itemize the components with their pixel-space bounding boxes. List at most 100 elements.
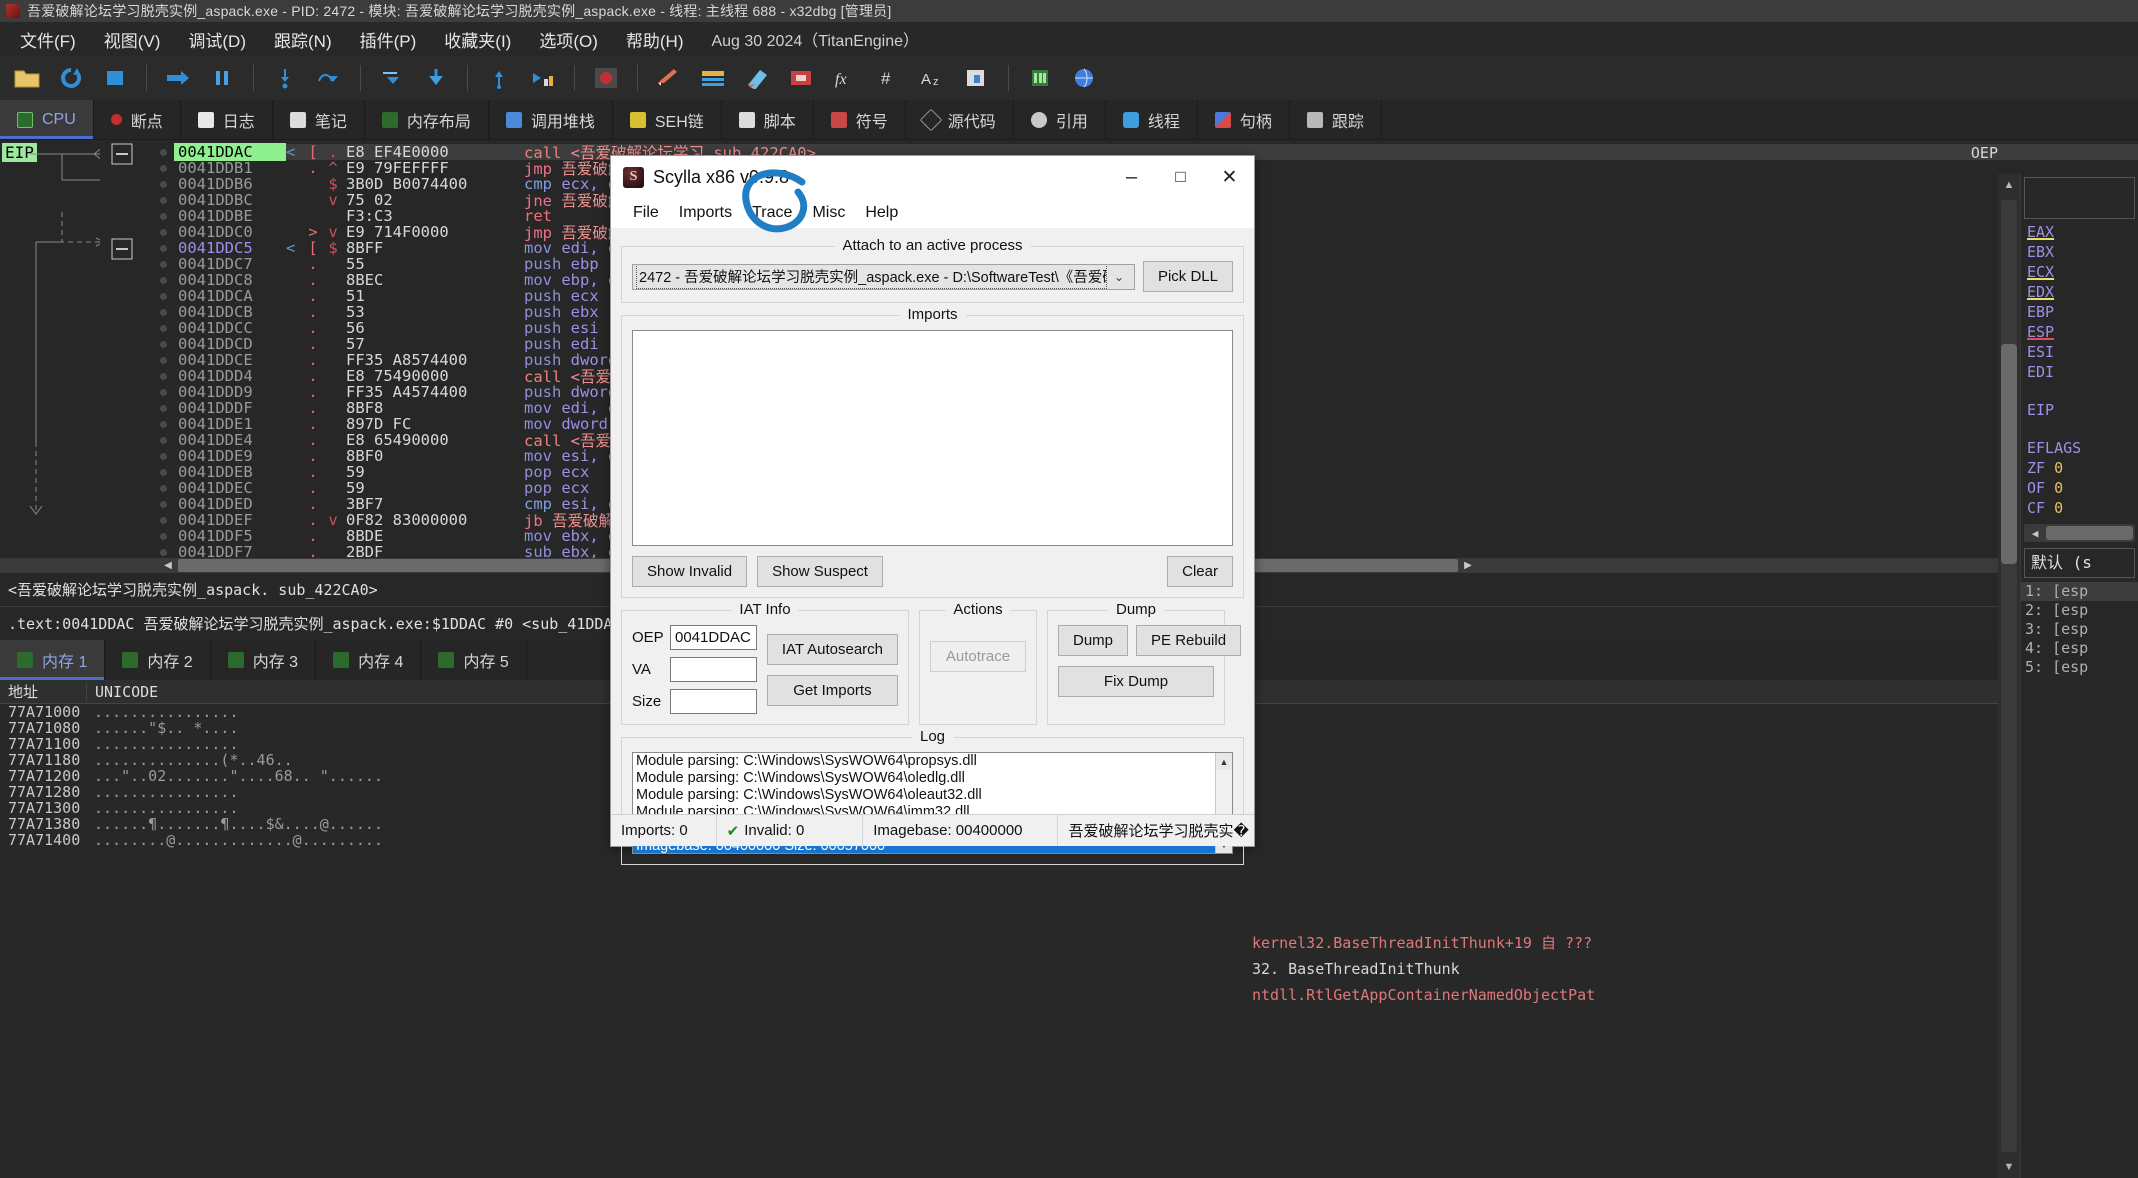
imports-treeview[interactable] xyxy=(632,330,1233,546)
register-eax[interactable]: EAX xyxy=(2021,222,2138,242)
general-registers-list[interactable]: EAXEBXECXEDXEBPESPESIEDI xyxy=(2021,222,2138,382)
tab-memory-map[interactable]: 内存布局 xyxy=(365,100,489,139)
stack-row[interactable]: 1: [esp xyxy=(2021,582,2138,601)
stack-row[interactable]: 4: [esp xyxy=(2021,639,2138,658)
tab-seh[interactable]: SEH链 xyxy=(613,100,722,139)
bookmark-icon[interactable] xyxy=(738,61,776,95)
breakpoint-toggle-icon[interactable] xyxy=(587,61,625,95)
menu-favourites[interactable]: 收藏夹(I) xyxy=(430,23,525,56)
register-edi[interactable]: EDI xyxy=(2021,362,2138,382)
column-header-unicode[interactable]: UNICODE xyxy=(86,683,158,701)
scroll-left-icon[interactable]: ◀ xyxy=(160,558,176,573)
register-ecx[interactable]: ECX xyxy=(2021,262,2138,282)
vscroll-thumb[interactable] xyxy=(2001,344,2017,564)
skip-instruction-icon[interactable] xyxy=(524,61,562,95)
hash-icon[interactable]: # xyxy=(870,61,908,95)
scroll-down-icon[interactable]: ▼ xyxy=(1998,1156,2020,1178)
comment-icon[interactable] xyxy=(650,61,688,95)
menu-help[interactable]: 帮助(H) xyxy=(612,23,698,56)
tab-memory-5[interactable]: 内存 5 xyxy=(421,640,526,680)
tab-source[interactable]: 源代码 xyxy=(906,100,1014,139)
flag-of[interactable]: OF 0 xyxy=(2021,478,2138,498)
scroll-left-icon[interactable]: ◀ xyxy=(2026,524,2044,542)
label-icon[interactable] xyxy=(694,61,732,95)
stack-row[interactable]: 3: [esp xyxy=(2021,620,2138,639)
size-input[interactable] xyxy=(670,689,757,714)
iat-autosearch-button[interactable]: IAT Autosearch xyxy=(767,634,898,665)
va-input[interactable] xyxy=(670,657,757,682)
main-menubar[interactable]: 文件(F) 视图(V) 调试(D) 跟踪(N) 插件(P) 收藏夹(I) 选项(… xyxy=(0,22,2138,56)
scylla-menu-imports[interactable]: Imports xyxy=(671,202,740,224)
registers-hscrollbar[interactable]: ◀ xyxy=(2024,524,2135,542)
menu-options[interactable]: 选项(O) xyxy=(525,23,612,56)
tab-trace[interactable]: 跟踪 xyxy=(1290,100,1382,139)
tab-log[interactable]: 日志 xyxy=(181,100,273,139)
log-line[interactable]: Module parsing: C:\Windows\SysWOW64\oled… xyxy=(633,770,1232,787)
fold-column[interactable] xyxy=(100,140,152,558)
show-invalid-button[interactable]: Show Invalid xyxy=(632,556,747,587)
stack-row[interactable]: 5: [esp xyxy=(2021,658,2138,677)
menu-view[interactable]: 视图(V) xyxy=(90,23,175,56)
close-icon[interactable]: ✕ xyxy=(1205,156,1254,198)
get-imports-button[interactable]: Get Imports xyxy=(767,675,898,706)
chevron-down-icon[interactable]: ⌄ xyxy=(1106,270,1132,284)
column-header-address[interactable]: 地址 xyxy=(0,681,86,702)
scylla-menu-file[interactable]: File xyxy=(625,202,667,224)
flag-zf[interactable]: ZF 0 xyxy=(2021,458,2138,478)
step-into-icon[interactable] xyxy=(266,61,304,95)
log-line[interactable]: Module parsing: C:\Windows\SysWOW64\olea… xyxy=(633,787,1232,804)
execute-till-return-icon[interactable] xyxy=(373,61,411,95)
menu-file[interactable]: 文件(F) xyxy=(6,23,90,56)
dump-button[interactable]: Dump xyxy=(1058,625,1128,656)
step-out-icon[interactable] xyxy=(480,61,518,95)
stack-list[interactable]: 1: [esp2: [esp3: [esp4: [esp5: [esp xyxy=(2021,582,2138,677)
main-tabbar[interactable]: CPU 断点 日志 笔记 内存布局 调用堆栈 SEH链 脚本 符号 源代码 引用 xyxy=(0,100,2138,140)
tab-handles[interactable]: 句柄 xyxy=(1198,100,1290,139)
scylla-titlebar[interactable]: S Scylla x86 v0.9.8 – □ ✕ xyxy=(611,156,1254,198)
flags-list[interactable]: ZF 0OF 0CF 0 xyxy=(2021,458,2138,518)
menu-plugins[interactable]: 插件(P) xyxy=(346,23,431,56)
scylla-menu-trace[interactable]: Trace xyxy=(744,202,800,224)
disasm-vscrollbar[interactable]: ▲ ▼ xyxy=(1998,174,2020,1178)
register-eflags[interactable]: EFLAGS xyxy=(2021,438,2138,458)
globe-icon[interactable] xyxy=(1065,61,1103,95)
register-ebx[interactable]: EBX xyxy=(2021,242,2138,262)
stop-icon[interactable] xyxy=(96,61,134,95)
stack-view-label[interactable]: 默认 (s xyxy=(2024,548,2135,578)
main-toolbar[interactable]: fx # Az xyxy=(0,56,2138,100)
breakpoint-dot-column[interactable] xyxy=(152,140,174,558)
register-esi[interactable]: ESI xyxy=(2021,342,2138,362)
patch-icon[interactable] xyxy=(958,61,996,95)
clear-button[interactable]: Clear xyxy=(1167,556,1233,587)
vscroll-track[interactable] xyxy=(2001,200,2017,1152)
fx-icon[interactable]: fx xyxy=(826,61,864,95)
autotrace-button[interactable]: Autotrace xyxy=(930,641,1026,672)
log-line[interactable]: Module parsing: C:\Windows\SysWOW64\prop… xyxy=(633,753,1232,770)
tab-symbols[interactable]: 符号 xyxy=(814,100,906,139)
tab-breakpoints[interactable]: 断点 xyxy=(94,100,181,139)
pause-icon[interactable] xyxy=(203,61,241,95)
register-esp[interactable]: ESP xyxy=(2021,322,2138,342)
tab-memory-4[interactable]: 内存 4 xyxy=(316,640,421,680)
registers-pane[interactable]: EAXEBXECXEDXEBPESPESIEDI EIP EFLAGS ZF 0… xyxy=(2020,174,2138,1178)
tab-threads[interactable]: 线程 xyxy=(1106,100,1198,139)
scylla-menubar[interactable]: File Imports Trace Misc Help xyxy=(611,198,1254,228)
tab-script[interactable]: 脚本 xyxy=(722,100,814,139)
registers-hscroll-thumb[interactable] xyxy=(2046,526,2133,540)
scylla-dialog[interactable]: S Scylla x86 v0.9.8 – □ ✕ File Imports T… xyxy=(610,155,1255,847)
open-file-icon[interactable] xyxy=(8,61,46,95)
tab-memory-1[interactable]: 内存 1 xyxy=(0,640,105,680)
tab-memory-3[interactable]: 内存 3 xyxy=(211,640,316,680)
process-select[interactable]: 2472 - 吾爱破解论坛学习脱壳实例_aspack.exe - D:\Soft… xyxy=(632,264,1135,290)
function-icon[interactable] xyxy=(782,61,820,95)
tab-references[interactable]: 引用 xyxy=(1014,100,1106,139)
run-icon[interactable] xyxy=(159,61,197,95)
register-eip[interactable]: EIP xyxy=(2021,400,2138,420)
pe-rebuild-button[interactable]: PE Rebuild xyxy=(1136,625,1241,656)
oep-input[interactable]: 0041DDAC xyxy=(670,625,757,650)
menu-trace[interactable]: 跟踪(N) xyxy=(260,23,346,56)
register-edx[interactable]: EDX xyxy=(2021,282,2138,302)
scylla-menu-misc[interactable]: Misc xyxy=(804,202,853,224)
fix-dump-button[interactable]: Fix Dump xyxy=(1058,666,1214,697)
tab-notes[interactable]: 笔记 xyxy=(273,100,365,139)
